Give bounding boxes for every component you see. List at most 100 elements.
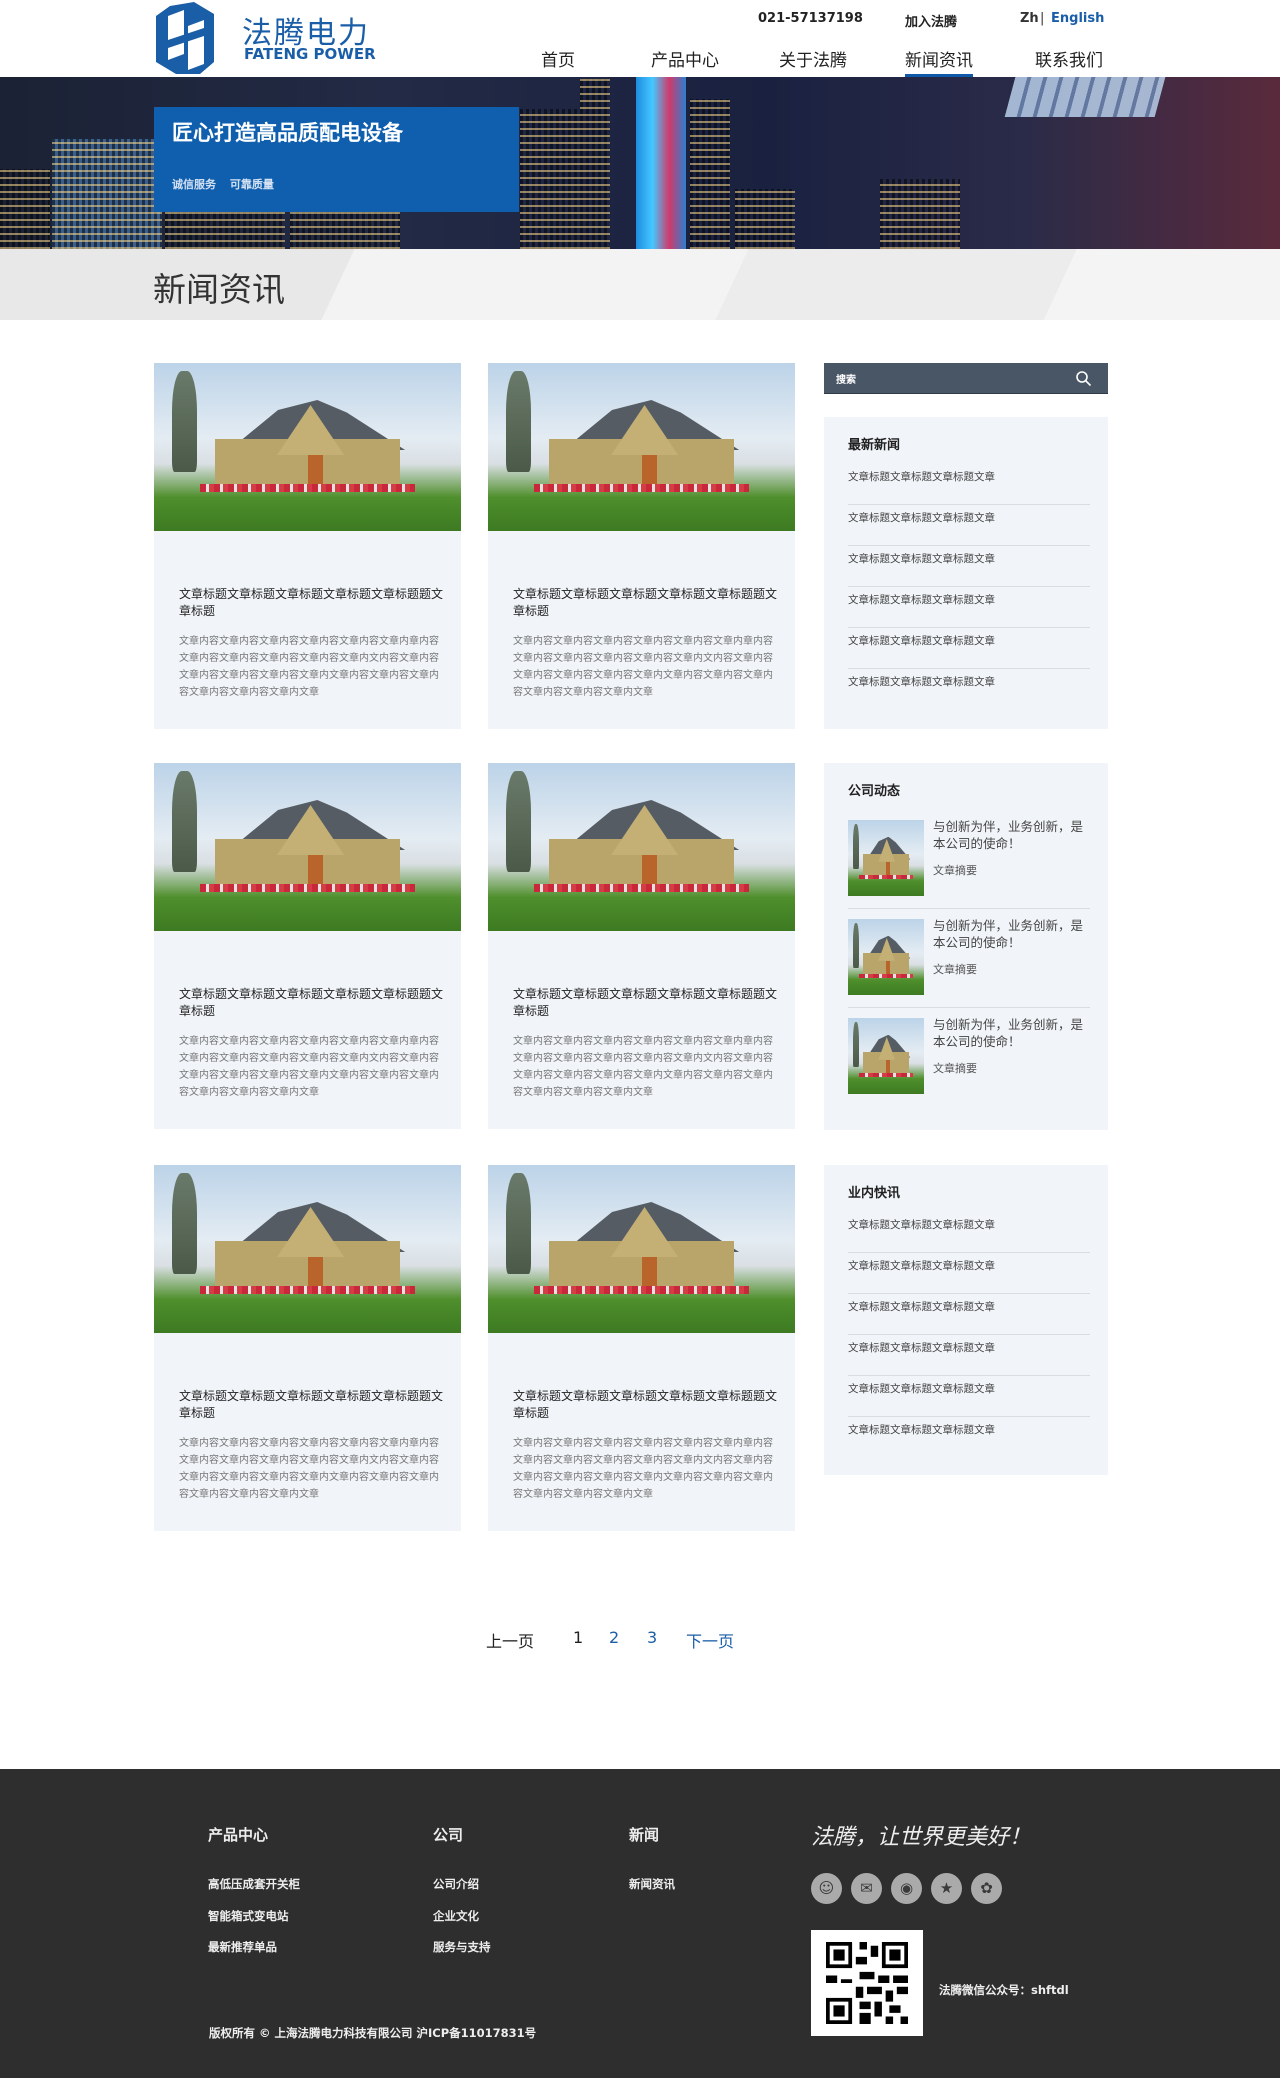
industry-news-heading: 业内快讯 [848,1186,901,1201]
nav-news[interactable]: 新闻资讯 [905,46,973,77]
footer-link[interactable]: 智能箱式变电站 [208,1908,289,1924]
lang-english[interactable]: English [1051,11,1104,26]
search-bar[interactable]: 搜索 [824,363,1108,394]
article-excerpt: 文章内容文章内容文章内容文章内容文章内容文章内章内容文章内容文章内容文章内容文章… [513,636,773,698]
company-news-heading: 公司动态 [848,784,901,799]
company-news-title[interactable]: 与创新为伴，业务创新，是本公司的使命！ [933,818,1093,852]
article-excerpt: 文章内容文章内容文章内容文章内容文章内容文章内章内容文章内容文章内容文章内容文章… [179,1438,439,1500]
nav-contact[interactable]: 联系我们 [1035,46,1103,77]
article-title[interactable]: 文章标题文章标题文章标题文章标题文章标题题文章标题 [513,586,778,620]
house-image [488,763,795,931]
house-image [154,363,461,531]
article-title[interactable]: 文章标题文章标题文章标题文章标题文章标题题文章标题 [513,986,778,1020]
article-card[interactable]: 文章标题文章标题文章标题文章标题文章标题题文章标题文章内容文章内容文章内容文章内… [488,363,795,729]
footer-link[interactable]: 高低压成套开关柜 [208,1876,300,1892]
company-news-summary: 文章摘要 [933,963,977,976]
star-icon[interactable]: ★ [931,1873,962,1904]
baidu-icon[interactable]: ✿ [971,1873,1002,1904]
nav-home[interactable]: 首页 [541,46,575,77]
company-news-summary: 文章摘要 [933,864,977,877]
prev-page-button[interactable]: 上一页 [486,1628,534,1652]
company-news-title[interactable]: 与创新为伴，业务创新，是本公司的使命！ [933,917,1093,951]
page-2[interactable]: 2 [609,1628,619,1647]
page-title-band: 新闻资讯 [0,249,1280,320]
article-title[interactable]: 文章标题文章标题文章标题文章标题文章标题题文章标题 [179,1388,444,1422]
article-title[interactable]: 文章标题文章标题文章标题文章标题文章标题题文章标题 [179,986,444,1020]
footer-link[interactable]: 最新推荐单品 [208,1939,277,1955]
footer-slogan: 法腾，让世界更美好！ [811,1825,1032,1850]
site-footer: 产品中心 公司 新闻 高低压成套开关柜 智能箱式变电站 最新推荐单品 公司介绍 … [0,1769,1280,2078]
page-3[interactable]: 3 [647,1628,657,1647]
wechat-account: 法腾微信公众号：shftdl [939,1983,1069,1997]
house-image [488,1165,795,1333]
house-image [848,919,924,995]
footer-link[interactable]: 公司介绍 [433,1876,479,1892]
footer-heading-news: 新闻 [629,1826,660,1844]
sidebar-news-link[interactable]: 文章标题文章标题文章标题文章 [848,505,1090,546]
house-image [154,763,461,931]
latest-news-panel: 最新新闻 文章标题文章标题文章标题文章 文章标题文章标题文章标题文章 文章标题文章标… [824,417,1108,729]
banner-title: 匠心打造高品质配电设备 [172,121,403,145]
house-image [488,363,795,531]
footer-link[interactable]: 企业文化 [433,1908,479,1924]
article-excerpt: 文章内容文章内容文章内容文章内容文章内容文章内章内容文章内容文章内容文章内容文章… [179,636,439,698]
article-title[interactable]: 文章标题文章标题文章标题文章标题文章标题题文章标题 [179,586,444,620]
phone-number: 021-57137198 [758,11,863,26]
article-card[interactable]: 文章标题文章标题文章标题文章标题文章标题题文章标题文章内容文章内容文章内容文章内… [488,1165,795,1531]
page-1[interactable]: 1 [573,1628,583,1647]
article-excerpt: 文章内容文章内容文章内容文章内容文章内容文章内章内容文章内容文章内容文章内容文章… [179,1036,439,1098]
footer-link[interactable]: 新闻资讯 [629,1876,675,1892]
wechat-qr-code [811,1930,923,2036]
article-excerpt: 文章内容文章内容文章内容文章内容文章内容文章内章内容文章内容文章内容文章内容文章… [513,1036,773,1098]
sidebar-news-link[interactable]: 文章标题文章标题文章标题文章 [848,669,1090,710]
banner-caption: 匠心打造高品质配电设备 诚信服务 可靠质量 [154,107,519,212]
sidebar-news-link[interactable]: 文章标题文章标题文章标题文章 [848,1212,1090,1253]
search-input[interactable]: 搜索 [836,371,856,386]
article-card[interactable]: 文章标题文章标题文章标题文章标题文章标题题文章标题文章内容文章内容文章内容文章内… [154,1165,461,1531]
article-card[interactable]: 文章标题文章标题文章标题文章标题文章标题题文章标题文章内容文章内容文章内容文章内… [488,763,795,1129]
company-news-title[interactable]: 与创新为伴，业务创新，是本公司的使命！ [933,1016,1093,1050]
footer-heading-company: 公司 [433,1826,464,1844]
latest-news-heading: 最新新闻 [848,438,901,453]
hero-banner: 匠心打造高品质配电设备 诚信服务 可靠质量 [0,77,1280,249]
sidebar-news-link[interactable]: 文章标题文章标题文章标题文章 [848,1253,1090,1294]
company-news-item[interactable]: 与创新为伴，业务创新，是本公司的使命！ 文章摘要 [848,1008,1090,1107]
house-image [154,1165,461,1333]
house-image [848,1018,924,1094]
sidebar-news-link[interactable]: 文章标题文章标题文章标题文章 [848,1294,1090,1335]
sidebar-news-link[interactable]: 文章标题文章标题文章标题文章 [848,1335,1090,1376]
search-icon[interactable] [1075,370,1092,387]
company-news-panel: 公司动态 与创新为伴，业务创新，是本公司的使命！ 文章摘要 与创新为伴，业务创新，是… [824,763,1108,1130]
sidebar-news-link[interactable]: 文章标题文章标题文章标题文章 [848,1417,1090,1458]
banner-subtitle: 诚信服务 可靠质量 [172,178,274,191]
copyright: 版权所有 © 上海法腾电力科技有限公司 沪ICP备11017831号 [209,2026,537,2040]
industry-news-panel: 业内快讯 文章标题文章标题文章标题文章 文章标题文章标题文章标题文章 文章标题文章标… [824,1165,1108,1475]
company-news-item[interactable]: 与创新为伴，业务创新，是本公司的使命！ 文章摘要 [848,909,1090,1008]
nav-products[interactable]: 产品中心 [651,46,719,77]
lang-zh[interactable]: Zh [1020,11,1039,26]
sidebar-news-link[interactable]: 文章标题文章标题文章标题文章 [848,628,1090,669]
join-link[interactable]: 加入法腾 [905,11,957,30]
article-card[interactable]: 文章标题文章标题文章标题文章标题文章标题题文章标题文章内容文章内容文章内容文章内… [154,763,461,1129]
site-header: 法腾电力 FATENG POWER 021-57137198 加入法腾 Zh |… [0,0,1280,77]
footer-heading-products: 产品中心 [208,1826,269,1844]
qq-icon[interactable]: ☺ [811,1873,842,1904]
page-title: 新闻资讯 [153,270,285,309]
sidebar-news-link[interactable]: 文章标题文章标题文章标题文章 [848,464,1090,505]
article-title[interactable]: 文章标题文章标题文章标题文章标题文章标题题文章标题 [513,1388,778,1422]
article-card[interactable]: 文章标题文章标题文章标题文章标题文章标题题文章标题文章内容文章内容文章内容文章内… [154,363,461,729]
wechat-icon[interactable]: ✉ [851,1873,882,1904]
weibo-icon[interactable]: ◉ [891,1873,922,1904]
logo-text-en: FATENG POWER [244,45,376,63]
company-news-summary: 文章摘要 [933,1062,977,1075]
sidebar-news-link[interactable]: 文章标题文章标题文章标题文章 [848,546,1090,587]
logo[interactable]: 法腾电力 FATENG POWER [156,0,376,76]
qr-code-icon [826,1942,908,2024]
nav-about[interactable]: 关于法腾 [779,46,847,77]
sidebar-news-link[interactable]: 文章标题文章标题文章标题文章 [848,1376,1090,1417]
article-excerpt: 文章内容文章内容文章内容文章内容文章内容文章内章内容文章内容文章内容文章内容文章… [513,1438,773,1500]
company-news-item[interactable]: 与创新为伴，业务创新，是本公司的使命！ 文章摘要 [848,810,1090,909]
next-page-button[interactable]: 下一页 [686,1628,734,1652]
sidebar-news-link[interactable]: 文章标题文章标题文章标题文章 [848,587,1090,628]
footer-link[interactable]: 服务与支持 [433,1939,491,1955]
